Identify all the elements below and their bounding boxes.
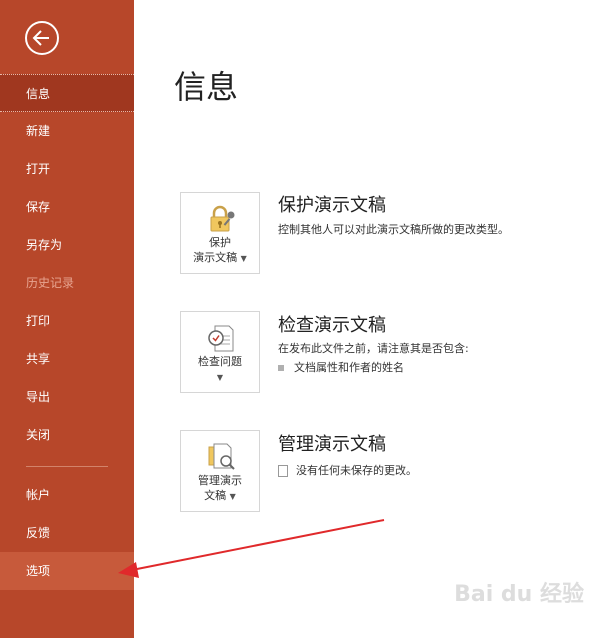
nav-item-export[interactable]: 导出 (0, 378, 134, 416)
manage-section-status: 没有任何未保存的更改。 (278, 462, 417, 478)
protect-button-line1: 保护 (209, 236, 231, 249)
manage-status-text: 没有任何未保存的更改。 (296, 464, 417, 477)
nav-item-account[interactable]: 帐户 (0, 476, 134, 514)
nav-item-share[interactable]: 共享 (0, 340, 134, 378)
nav-item-save[interactable]: 保存 (0, 188, 134, 226)
protect-section-description: 控制其他人可以对此演示文稿所做的更改类型。 (278, 223, 509, 236)
nav-item-info[interactable]: 信息 (0, 74, 134, 112)
manage-presentation-button[interactable]: 管理演示 文稿 ▼ (180, 430, 260, 512)
inspect-bullet-item: 文档属性和作者的姓名 (278, 359, 404, 375)
manage-section-title: 管理演示文稿 (278, 434, 386, 455)
nav-item-print[interactable]: 打印 (0, 302, 134, 340)
inspect-document-icon (208, 325, 234, 352)
dropdown-caret-icon: ▼ (216, 373, 224, 382)
protect-section-title: 保护演示文稿 (278, 195, 386, 216)
bullet-square-icon (278, 365, 284, 371)
backstage-sidebar: 信息 新建 打开 保存 另存为 历史记录 打印 共享 导出 关闭 帐户 反馈 选… (0, 0, 134, 638)
nav-item-open[interactable]: 打开 (0, 150, 134, 188)
inspect-bullet-text: 文档属性和作者的姓名 (294, 361, 404, 374)
document-icon (278, 465, 288, 477)
nav-item-save-as[interactable]: 另存为 (0, 226, 134, 264)
check-issues-label: 检查问题 (198, 355, 242, 368)
check-issues-button[interactable]: 检查问题 ▼ (180, 311, 260, 393)
nav-item-options[interactable]: 选项 (0, 552, 134, 590)
nav-divider (26, 466, 108, 467)
back-button[interactable] (25, 21, 59, 55)
protect-presentation-button[interactable]: 保护 演示文稿 ▼ (180, 192, 260, 274)
info-panel: 信息 保护 演示文稿 ▼ 保护演示文稿 控制其他人可以对此演示文稿所做的更改类型… (134, 0, 612, 638)
lock-key-icon (210, 205, 235, 232)
nav-item-close[interactable]: 关闭 (0, 416, 134, 454)
dropdown-caret-icon: ▼ (229, 492, 236, 501)
dropdown-caret-icon: ▼ (240, 254, 247, 263)
nav-item-new[interactable]: 新建 (0, 112, 134, 150)
inspect-section-description: 在发布此文件之前，请注意其是否包含: (278, 342, 469, 355)
manage-button-line1: 管理演示 (198, 474, 242, 487)
nav-item-feedback[interactable]: 反馈 (0, 514, 134, 552)
page-title: 信息 (174, 68, 239, 106)
manage-versions-icon (208, 443, 235, 470)
nav-item-history: 历史记录 (26, 276, 75, 290)
inspect-section-title: 检查演示文稿 (278, 315, 386, 336)
back-arrow-icon (32, 30, 49, 46)
watermark: Bai du 经验 (454, 582, 584, 607)
protect-button-line2: 演示文稿 (193, 251, 238, 264)
manage-button-line2: 文稿 (204, 489, 227, 502)
